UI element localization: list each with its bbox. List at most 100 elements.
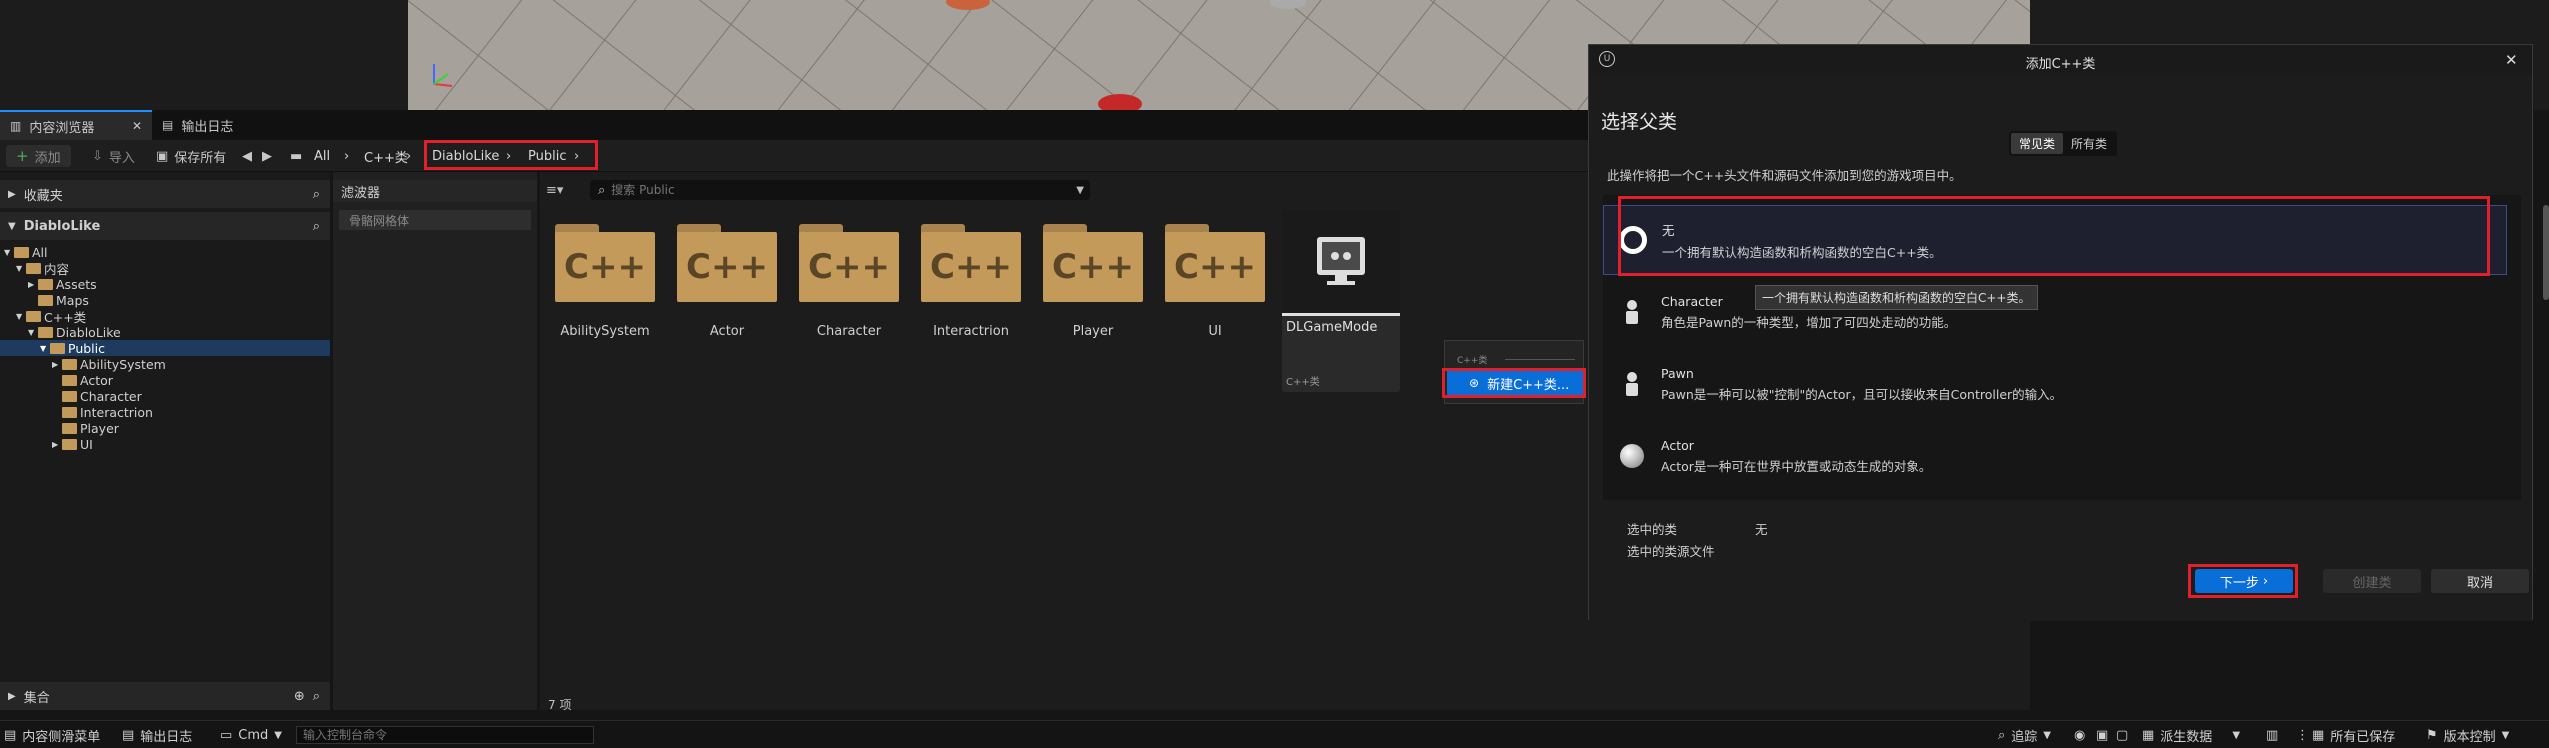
close-icon[interactable]: ✕ (2505, 51, 2518, 69)
dialog-heading: 选择父类 (1601, 111, 1678, 133)
tab-label: 输出日志 (181, 119, 234, 135)
list-scrollbar[interactable] (2543, 205, 2549, 300)
new-cpp-class-menu-item[interactable]: ⊛ 新建C++类... (1447, 371, 1583, 395)
breadcrumb-cpp[interactable]: C++类 (364, 145, 408, 167)
save-all-button[interactable]: ▣ 保存所有 (156, 145, 226, 167)
add-collection-icon[interactable]: ⊕ (294, 689, 305, 704)
tree-item[interactable]: ▼ 内容 (0, 260, 330, 277)
class-option[interactable]: 无一个拥有默认构造函数和析构函数的空白C++类。 (1603, 205, 2507, 275)
filter-panel: 滤波器 骨骼网格体 (333, 172, 537, 710)
tree-item[interactable]: ▼ DiabloLike (0, 324, 330, 340)
search-input[interactable] (611, 183, 1032, 197)
tree-item-label: 内容 (44, 261, 70, 277)
chevron-right-icon[interactable]: ▶ (52, 360, 62, 369)
chevron-down-icon[interactable]: ▼ (16, 264, 26, 273)
camera-icon[interactable]: ▣ (2096, 725, 2108, 745)
cpp-folder-icon: C++ (555, 224, 655, 302)
folder-tile[interactable]: C++ UI (1162, 224, 1268, 339)
stats-icon[interactable]: ▥ (2266, 725, 2278, 745)
breadcrumb-project[interactable]: DiabloLike (432, 145, 499, 167)
trace-dropdown[interactable]: ⌕ 追踪 ▼ (1998, 725, 2051, 745)
dialog-description: 此操作将把一个C++头文件和源码文件添加到您的游戏项目中。 (1607, 168, 1962, 183)
chevron-down-icon: ▼ (2043, 729, 2051, 741)
tree-item-label: AbilitySystem (80, 356, 166, 372)
folder-icon (62, 406, 77, 418)
import-button[interactable]: ⇩ 导入 (92, 145, 135, 167)
folder-icon[interactable]: ▬ (290, 145, 302, 167)
option-description: 角色是Pawn的一种类型，增加了可四处走动的功能。 (1661, 314, 1957, 330)
tree-item-label: Player (80, 420, 119, 436)
class-filter-tabs: 常见类 所有类 (2009, 131, 2118, 156)
folder-tile[interactable]: C++ Character (796, 224, 902, 339)
asset-tile-dlgamemode[interactable]: DLGameMode C++类 (1282, 210, 1400, 392)
version-control-dropdown[interactable]: ⚑ 版本控制 ▼ (2426, 725, 2509, 745)
context-menu: C++类 ⊛ 新建C++类... (1444, 340, 1584, 404)
folder-icon (26, 310, 41, 322)
chevron-right-icon[interactable]: ▶ (28, 280, 38, 289)
tab-content-browser[interactable]: ▥ 内容浏览器 ✕ (0, 110, 152, 140)
cmd-dropdown[interactable]: ▭ Cmd ▼ (220, 725, 282, 745)
cancel-button[interactable]: 取消 (2431, 569, 2529, 593)
tree-item[interactable]: ▶ UI (0, 436, 330, 452)
chevron-down-icon[interactable]: ▼ (4, 248, 14, 257)
folder-tile[interactable]: C++ Player (1040, 224, 1146, 339)
class-option[interactable]: Pawn Pawn是一种可以被"控制"的Actor，且可以接收来自Controll… (1603, 349, 2507, 419)
search-icon[interactable]: ⌕ (313, 219, 320, 234)
chevron-right-icon[interactable]: ▶ (52, 440, 62, 449)
project-header[interactable]: ▼ DiabloLike ⌕ (0, 212, 330, 240)
class-option[interactable]: Actor Actor是一种可在世界中放置或动态生成的对象。 (1603, 421, 2507, 491)
tree-item[interactable]: ▼ C++类 (0, 308, 330, 325)
tab-all-classes[interactable]: 所有类 (2063, 133, 2115, 154)
dialog-title: 添加C++类 (2025, 57, 2096, 72)
add-button[interactable]: + 添加 (6, 145, 71, 167)
filter-icon[interactable]: ≡▾ (546, 180, 568, 200)
next-button[interactable]: 下一步 › (2195, 569, 2293, 593)
tab-output-log[interactable]: ▤ 输出日志 (152, 110, 243, 140)
tab-common-classes[interactable]: 常见类 (2011, 133, 2064, 154)
derived-data-dropdown[interactable]: ▦ 派生数据 ▼ (2142, 725, 2240, 745)
search-icon[interactable]: ⌕ (313, 689, 320, 704)
chevron-down-icon[interactable]: ▼ (28, 328, 38, 337)
close-tab-icon[interactable]: ✕ (132, 119, 142, 133)
filter-item[interactable]: 骨骼网格体 (339, 210, 531, 230)
source-control-icon[interactable]: ⋮ (2296, 725, 2309, 745)
asset-name: DLGameMode (1286, 320, 1378, 335)
tree-item[interactable]: Character (0, 388, 330, 404)
pawn-icon (1617, 369, 1647, 399)
gamemode-thumbnail (1282, 210, 1400, 316)
tree-item[interactable]: ▶ Assets (0, 276, 330, 292)
favorites-header[interactable]: ▶ 收藏夹 ⌕ (0, 180, 330, 208)
tree-item[interactable]: Actor (0, 372, 330, 388)
tree-item[interactable]: Player (0, 420, 330, 436)
tree-item[interactable]: ▶ AbilitySystem (0, 356, 330, 372)
breadcrumb-separator-icon: › (506, 148, 512, 164)
chevron-down-icon[interactable]: ▼ (1076, 185, 1084, 196)
breadcrumb-separator-icon: › (406, 148, 412, 164)
class-option[interactable]: Character 角色是Pawn的一种类型，增加了可四处走动的功能。 (1603, 277, 2507, 347)
folder-tile[interactable]: C++ Actor (674, 224, 780, 339)
search-box[interactable]: ⌕ ▼ (590, 180, 1090, 200)
add-cpp-class-dialog: U 添加C++类 ✕ 选择父类 常见类 所有类 此操作将把一个C++头文件和源码… (1588, 44, 2549, 621)
output-log-button[interactable]: ▤ 输出日志 (122, 725, 192, 745)
snapshot-icon[interactable]: ▢ (2116, 725, 2128, 745)
chevron-down-icon[interactable]: ▼ (40, 344, 50, 353)
tree-item-label: Assets (56, 276, 97, 292)
tree-item[interactable]: ▼ Public (0, 340, 330, 356)
breadcrumb-all[interactable]: All (314, 145, 330, 167)
chevron-down-icon[interactable]: ▼ (16, 312, 26, 321)
content-drawer-button[interactable]: ▤ 内容侧滑菜单 (4, 725, 100, 745)
collections-header[interactable]: ▶ 集合 ⊕ ⌕ (0, 682, 330, 710)
folder-tile[interactable]: C++ AbilitySystem (552, 224, 658, 339)
history-forward-icon[interactable]: ▶ (262, 145, 272, 167)
breadcrumb-public[interactable]: Public (528, 145, 566, 167)
trace-icon: ⌕ (1998, 727, 2006, 743)
search-icon[interactable]: ⌕ (313, 187, 320, 202)
console-input[interactable] (296, 726, 594, 744)
record-icon[interactable]: ◉ (2074, 725, 2085, 745)
all-saved-button[interactable]: ▦ 所有已保存 (2312, 725, 2395, 745)
history-back-icon[interactable]: ◀ (242, 145, 252, 167)
tree-item-label: C++类 (44, 309, 87, 325)
tree-item[interactable]: Interactrion (0, 404, 330, 420)
create-class-button[interactable]: 创建类 (2323, 569, 2421, 593)
folder-tile[interactable]: C++ Interactrion (918, 224, 1024, 339)
